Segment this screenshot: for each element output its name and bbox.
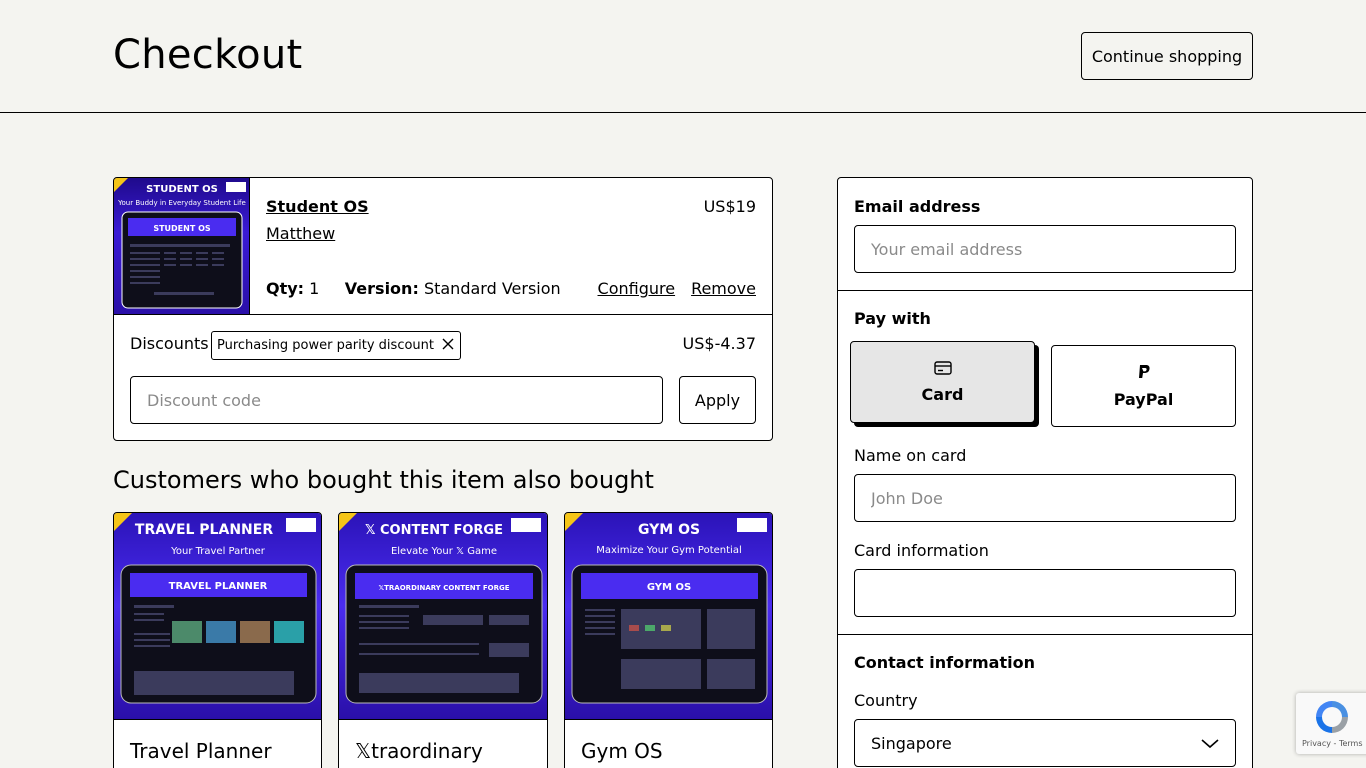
pay-with-label: Pay with [854, 309, 931, 328]
divider [838, 634, 1252, 635]
name-on-card-label: Name on card [854, 446, 967, 465]
svg-text:Elevate Your 𝕏 Game: Elevate Your 𝕏 Game [391, 546, 497, 557]
divider [838, 290, 1252, 291]
gym-os-art: GYM OS Maximize Your Gym Potential GYM O… [565, 513, 768, 704]
close-icon[interactable] [441, 337, 455, 351]
continue-shopping-button[interactable]: Continue shopping [1081, 32, 1253, 80]
svg-text:Your Buddy in Everyday Student: Your Buddy in Everyday Student Life [117, 199, 246, 207]
chevron-down-icon [1201, 739, 1219, 749]
seller-link[interactable]: Matthew [266, 224, 335, 243]
card-information-label: Card information [854, 541, 989, 560]
content-forge-art: 𝕏 CONTENT FORGE Elevate Your 𝕏 Game 𝕏TRA… [339, 513, 543, 704]
svg-text:GYM OS: GYM OS [638, 522, 700, 538]
svg-text:GYM OS: GYM OS [647, 582, 691, 593]
item-actions: Configure Remove [598, 279, 756, 298]
recommendation-card-gym-os[interactable]: GYM OS Maximize Your Gym Potential GYM O… [564, 512, 773, 768]
name-on-card-field[interactable] [854, 474, 1236, 522]
contact-information-label: Contact information [854, 653, 1035, 672]
cart-card: STUDENT OS Your Buddy in Everyday Studen… [113, 177, 773, 441]
pay-card-button[interactable]: Card [850, 341, 1035, 423]
svg-text:𝕏 CONTENT FORGE: 𝕏 CONTENT FORGE [365, 523, 503, 538]
recaptcha-badge[interactable]: Privacy - Terms [1296, 693, 1366, 754]
svg-text:STUDENT OS: STUDENT OS [146, 184, 218, 195]
paypal-icon [1138, 364, 1150, 378]
svg-text:Your Travel Partner: Your Travel Partner [170, 546, 266, 557]
qty-value: 1 [309, 279, 320, 298]
svg-text:𝕏TRAORDINARY CONTENT FORGE: 𝕏TRAORDINARY CONTENT FORGE [379, 584, 510, 592]
recommendation-card-travel-planner[interactable]: TRAVEL PLANNER Your Travel Partner TRAVE… [113, 512, 322, 768]
country-label: Country [854, 691, 918, 710]
configure-link[interactable]: Configure [598, 279, 676, 298]
cart-item: STUDENT OS Your Buddy in Everyday Studen… [114, 178, 772, 315]
pay-paypal-button[interactable]: PayPal [1051, 345, 1236, 427]
svg-text:TRAVEL PLANNER: TRAVEL PLANNER [135, 522, 273, 538]
product-thumbnail[interactable]: STUDENT OS Your Buddy in Everyday Studen… [114, 178, 250, 314]
recommendation-title: Gym OS [581, 739, 663, 763]
country-value: Singapore [871, 733, 952, 753]
recommendation-image: TRAVEL PLANNER Your Travel Partner TRAVE… [114, 513, 321, 720]
recommendation-title: Travel Planner [130, 739, 272, 763]
country-select[interactable]: Singapore [854, 719, 1236, 767]
version-label: Version: [344, 279, 419, 298]
discount-code-input[interactable] [130, 376, 663, 424]
email-field[interactable] [854, 225, 1236, 273]
recaptcha-links[interactable]: Privacy - Terms [1302, 739, 1363, 748]
recommendation-image: 𝕏 CONTENT FORGE Elevate Your 𝕏 Game 𝕏TRA… [339, 513, 547, 720]
pay-paypal-label: PayPal [1113, 389, 1174, 409]
pay-card-label: Card [921, 384, 964, 404]
remove-link[interactable]: Remove [691, 279, 756, 298]
recommendation-image: GYM OS Maximize Your Gym Potential GYM O… [565, 513, 772, 720]
item-meta: Qty: 1 Version: Standard Version [266, 279, 561, 298]
checkout-form: Email address Pay with Card PayPal Name … [837, 177, 1253, 768]
discount-chip: Purchasing power parity discount [211, 331, 461, 360]
recommendation-card-xtraordinary[interactable]: 𝕏 CONTENT FORGE Elevate Your 𝕏 Game 𝕏TRA… [338, 512, 548, 768]
recommendation-title: 𝕏traordinary [355, 739, 483, 763]
recaptcha-icon [1316, 701, 1348, 733]
travel-planner-art: TRAVEL PLANNER Your Travel Partner TRAVE… [114, 513, 317, 704]
discount-amount: US$-4.37 [682, 334, 756, 353]
svg-text:Maximize Your Gym Potential: Maximize Your Gym Potential [596, 545, 741, 556]
header: Checkout Continue shopping [0, 0, 1366, 113]
apply-discount-button[interactable]: Apply [679, 376, 756, 424]
product-name-link[interactable]: Student OS [266, 197, 369, 216]
card-icon [933, 360, 952, 375]
discount-chip-label: Purchasing power parity discount [217, 338, 434, 353]
recommendations-heading: Customers who bought this item also boug… [113, 466, 654, 494]
discounts-label: Discounts [130, 334, 209, 353]
student-os-thumbnail-art: STUDENT OS Your Buddy in Everyday Studen… [114, 178, 246, 309]
qty-label: Qty: [266, 279, 305, 298]
item-price: US$19 [703, 197, 756, 216]
svg-text:TRAVEL PLANNER: TRAVEL PLANNER [169, 581, 268, 592]
version-value: Standard Version [423, 279, 561, 298]
page-title: Checkout [113, 32, 303, 78]
svg-text:STUDENT OS: STUDENT OS [153, 224, 211, 233]
email-label: Email address [854, 197, 981, 216]
card-information-field[interactable] [854, 569, 1236, 617]
